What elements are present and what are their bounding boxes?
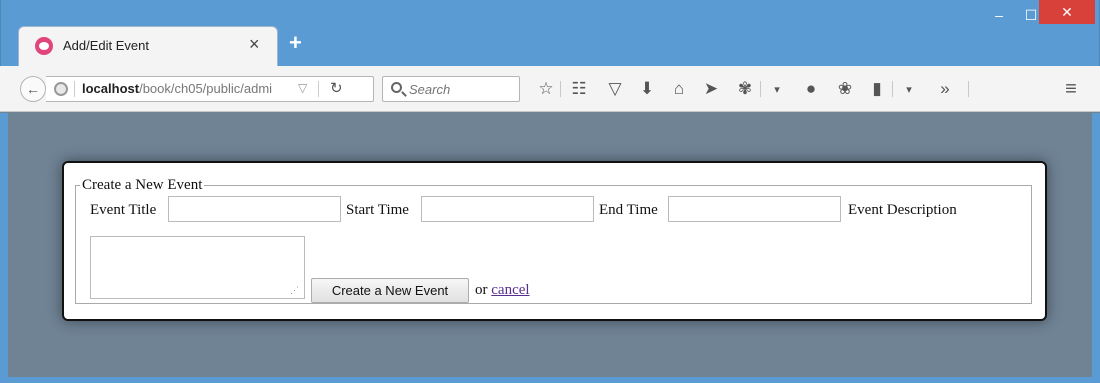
url-divider <box>74 81 75 97</box>
event-title-label: Event Title <box>90 202 157 218</box>
event-form-dialog: Create a New Event Event Title Start Tim… <box>62 161 1047 321</box>
addon-dropdown-icon[interactable]: ▾ <box>898 78 920 100</box>
end-time-input[interactable] <box>668 196 841 222</box>
puzzle-addon-icon[interactable]: ❀ <box>834 78 856 100</box>
end-time-label: End Time <box>599 202 658 218</box>
hamburger-menu-icon[interactable]: ≡ <box>1060 78 1082 100</box>
download-icon[interactable]: ⬇ <box>636 78 658 100</box>
create-event-button[interactable]: Create a New Event <box>311 278 469 303</box>
address-bar[interactable]: localhost/book/ch05/public/admi ▽ ↻ <box>46 76 374 102</box>
resize-grip-icon[interactable]: ⋰ <box>290 286 299 295</box>
toolbar-divider <box>560 81 561 97</box>
send-arrow-icon[interactable]: ➤ <box>700 78 722 100</box>
start-time-input[interactable] <box>421 196 594 222</box>
start-time-label: Start Time <box>346 202 409 218</box>
search-icon <box>391 82 402 93</box>
overflow-chevron-icon[interactable]: » <box>934 78 956 100</box>
toolbar-divider <box>760 81 761 97</box>
search-bar[interactable] <box>382 76 520 102</box>
reload-icon[interactable]: ↻ <box>330 79 343 97</box>
event-description-label: Event Description <box>848 202 957 218</box>
toolbar-divider <box>892 81 893 97</box>
cancel-prompt: or cancel <box>475 282 530 299</box>
navigation-toolbar: ← localhost/book/ch05/public/admi ▽ ↻ ☆ … <box>0 66 1100 112</box>
event-description-textarea[interactable] <box>90 236 305 299</box>
tab-close-icon[interactable]: × <box>249 34 260 55</box>
search-input[interactable] <box>409 80 515 98</box>
toolbar-divider <box>968 81 969 97</box>
url-history-dropdown-icon[interactable]: ▽ <box>298 81 307 95</box>
url-path: /book/ch05/public/admi <box>139 81 273 96</box>
tab-title: Add/Edit Event <box>63 38 149 53</box>
event-title-input[interactable] <box>168 196 341 222</box>
extension-dropdown-icon[interactable]: ▾ <box>766 78 788 100</box>
url-text[interactable]: localhost/book/ch05/public/admi <box>82 81 282 96</box>
site-identity-icon[interactable] <box>54 82 68 96</box>
tab-add-edit-event[interactable]: Add/Edit Event × <box>18 26 278 66</box>
extension-icon[interactable]: ✾ <box>734 78 756 100</box>
pocket-icon[interactable]: ▽ <box>604 78 626 100</box>
home-icon[interactable]: ⌂ <box>668 78 690 100</box>
bookmark-star-icon[interactable]: ☆ <box>535 78 557 100</box>
chat-bubble-icon[interactable]: ● <box>800 78 822 100</box>
or-text: or <box>475 282 488 298</box>
new-tab-button[interactable]: + <box>289 30 302 56</box>
cancel-link[interactable]: cancel <box>491 282 529 298</box>
event-fieldset: Create a New Event Event Title Start Tim… <box>75 177 1032 304</box>
window-close-button[interactable]: ✕ <box>1039 0 1095 24</box>
battery-addon-icon[interactable]: ▮ <box>866 78 888 100</box>
bookmarks-list-icon[interactable]: ☷ <box>568 78 590 100</box>
form-legend: Create a New Event <box>82 177 203 193</box>
back-arrow-icon[interactable]: ← <box>20 76 46 102</box>
url-divider <box>318 81 319 97</box>
url-host: localhost <box>82 81 140 96</box>
window-titlebar: Add/Edit Event × + ‒ ☐ ✕ <box>0 0 1100 66</box>
site-favicon-icon <box>35 37 53 55</box>
